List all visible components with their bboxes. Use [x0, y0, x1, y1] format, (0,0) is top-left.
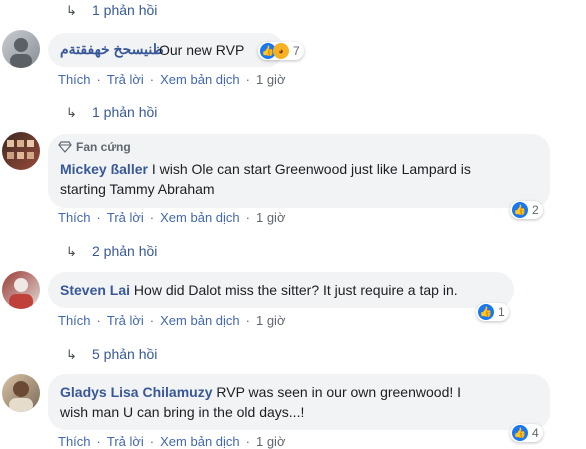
comment-body: Mickey ßaller I wish Ole can start Green… [60, 159, 540, 199]
reply-link[interactable]: Trả lời [107, 210, 144, 225]
reply-arrow-icon: ↳ [66, 105, 77, 120]
comment-text: Our new RVP [159, 42, 245, 58]
comment-text-continued: starting Tammy Abraham [60, 181, 215, 197]
translate-link[interactable]: Xem bản dịch [160, 313, 240, 328]
reaction-summary[interactable]: 👍 ◕ 7 [258, 42, 304, 60]
translate-link[interactable]: Xem bản dịch [160, 72, 240, 87]
like-reaction-icon: 👍 [478, 304, 494, 320]
comment-bubble: ظنيسحخ خهفقتةم Our new RVP [48, 33, 284, 67]
like-link[interactable]: Thích [58, 210, 91, 225]
like-link[interactable]: Thích [58, 434, 91, 449]
view-replies-link[interactable]: ↳ 2 phản hồi [66, 243, 157, 260]
view-replies-link[interactable]: ↳ 1 phản hồi [66, 104, 157, 121]
comment-actions: Thích · Trả lời · Xem bản dịch · 1 giờ [58, 313, 286, 328]
reply-arrow-icon: ↳ [66, 347, 77, 362]
reply-arrow-icon: ↳ [66, 3, 77, 18]
profile-photo-icon [9, 278, 33, 309]
profile-photo-icon [10, 38, 32, 68]
reply-link[interactable]: Trả lời [107, 72, 144, 87]
comment-author[interactable]: Gladys Lisa Chilamuzy [60, 384, 213, 400]
comment-bubble: Steven Lai How did Dalot miss the sitter… [48, 272, 514, 308]
like-reaction-icon: 👍 [512, 202, 528, 218]
avatar[interactable] [2, 132, 40, 170]
comment-author[interactable]: Steven Lai [60, 282, 130, 298]
reply-link[interactable]: Trả lời [107, 313, 144, 328]
comment-bubble: Fan cứng Mickey ßaller I wish Ole can st… [48, 134, 550, 208]
timestamp[interactable]: 1 giờ [256, 72, 286, 87]
view-replies-link[interactable]: ↳ 5 phản hồi [66, 346, 157, 363]
translate-link[interactable]: Xem bản dịch [160, 210, 240, 225]
like-link[interactable]: Thích [58, 72, 91, 87]
comment-actions: Thích · Trả lời · Xem bản dịch · 1 giờ [58, 434, 286, 449]
comment-text: How did Dalot miss the sitter? It just r… [133, 282, 458, 298]
reply-arrow-icon: ↳ [66, 244, 77, 259]
comment-body: Gladys Lisa Chilamuzy RVP was seen in ou… [60, 382, 530, 422]
diamond-icon [58, 141, 72, 153]
comment-actions: Thích · Trả lời · Xem bản dịch · 1 giờ [58, 72, 286, 87]
timestamp[interactable]: 1 giờ [256, 313, 286, 328]
comment-bubble: Gladys Lisa Chilamuzy RVP was seen in ou… [48, 374, 550, 430]
comment-actions: Thích · Trả lời · Xem bản dịch · 1 giờ [58, 210, 286, 225]
reaction-summary[interactable]: 👍 4 [510, 424, 543, 442]
comment-text: RVP was seen in our own greenwood! I [216, 384, 462, 400]
profile-photo-icon [7, 140, 34, 159]
avatar[interactable] [2, 271, 40, 309]
comment-author[interactable]: Mickey ßaller [60, 161, 148, 177]
timestamp[interactable]: 1 giờ [256, 434, 286, 449]
like-link[interactable]: Thích [58, 313, 91, 328]
comment-body: Steven Lai How did Dalot miss the sitter… [60, 280, 458, 300]
comment-text-continued: wish man U can bring in the old days...! [60, 404, 305, 420]
fan-badge: Fan cứng [58, 140, 131, 154]
comment-author[interactable]: ظنيسحخ خهفقتةم [60, 41, 164, 58]
avatar[interactable] [2, 374, 40, 412]
reaction-summary[interactable]: 👍 2 [510, 201, 543, 219]
haha-reaction-icon: ◕ [273, 43, 289, 59]
view-replies-link[interactable]: ↳ 1 phản hồi [66, 2, 157, 19]
timestamp[interactable]: 1 giờ [256, 210, 286, 225]
comment-text: I wish Ole can start Greenwood just like… [151, 161, 471, 177]
profile-photo-icon [9, 381, 33, 412]
like-reaction-icon: 👍 [512, 425, 528, 441]
avatar[interactable] [2, 30, 40, 68]
translate-link[interactable]: Xem bản dịch [160, 434, 240, 449]
reaction-summary[interactable]: 👍 1 [476, 303, 509, 321]
reply-link[interactable]: Trả lời [107, 434, 144, 449]
